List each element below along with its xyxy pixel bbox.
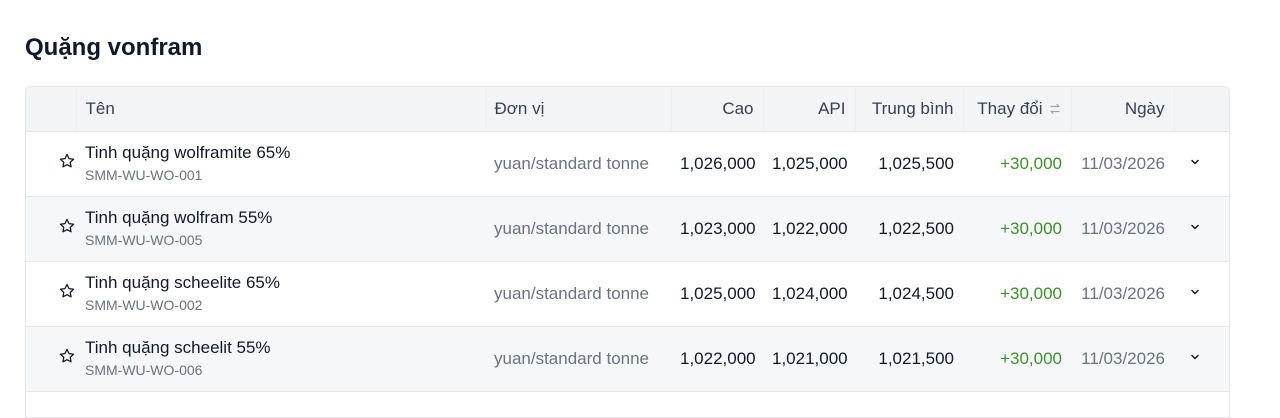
star-icon[interactable] [58,152,76,170]
header-change-label: Thay đổi [977,98,1043,118]
star-icon[interactable] [58,347,76,365]
header-favorite [26,87,76,132]
api-cell: 1,025,000 [772,153,848,173]
star-icon[interactable] [58,217,76,235]
unit-cell: yuan/standard tonne [494,153,650,173]
header-name[interactable]: Tên [75,87,485,132]
average-cell: 1,024,500 [878,283,954,303]
expand-cell [1174,261,1229,326]
product-name[interactable]: Tinh quặng wolframite 65% [85,142,476,164]
product-code: SMM-WU-WO-005 [85,232,203,248]
favorite-cell [26,261,76,326]
unit-cell: yuan/standard tonne [494,218,650,238]
table-row[interactable]: Tinh quặng scheelite 65% SMM-WU-WO-002 y… [26,261,1229,326]
date-cell: 11/03/2026 [1081,283,1165,303]
unit-cell: yuan/standard tonne [494,283,650,303]
change-cell: +30,000 [1000,218,1062,238]
header-api[interactable]: API [762,87,855,132]
chevron-down-icon[interactable] [1188,285,1202,299]
average-cell: 1,025,500 [878,153,954,173]
chevron-down-icon[interactable] [1188,220,1202,234]
header-expand [1173,87,1229,132]
expand-cell [1174,196,1229,261]
average-cell: 1,021,500 [878,348,954,368]
change-cell: +30,000 [1000,348,1062,368]
header-high[interactable]: Cao [670,87,763,132]
page-title: Quặng vonfram [25,34,203,61]
header-unit[interactable]: Đơn vị [484,87,671,132]
high-cell: 1,026,000 [680,153,756,173]
product-cell: Tinh quặng wolframite 65% SMM-WU-WO-001 [76,131,485,196]
table-header-row: Tên Đơn vị Cao API Trung bình Thay đổi N… [26,87,1229,132]
product-name[interactable]: Tinh quặng scheelit 55% [85,337,476,359]
unit-cell: yuan/standard tonne [494,348,650,368]
product-cell: Tinh quặng wolfram 55% SMM-WU-WO-005 [76,196,485,261]
api-cell: 1,024,000 [772,283,848,303]
high-cell: 1,022,000 [680,348,756,368]
change-cell: +30,000 [1000,283,1062,303]
high-cell: 1,023,000 [680,218,756,238]
product-code: SMM-WU-WO-001 [85,167,203,183]
product-code: SMM-WU-WO-006 [85,362,203,378]
sort-icon[interactable] [1048,102,1062,116]
star-icon[interactable] [58,282,76,300]
product-cell: Tinh quặng scheelit 55% SMM-WU-WO-006 [76,326,485,391]
product-code: SMM-WU-WO-002 [85,297,203,313]
chevron-down-icon[interactable] [1188,155,1202,169]
product-name[interactable]: Tinh quặng wolfram 55% [85,207,476,229]
date-cell: 11/03/2026 [1081,348,1165,368]
api-cell: 1,022,000 [772,218,848,238]
product-cell: Tinh quặng scheelite 65% SMM-WU-WO-002 [76,261,485,326]
price-table-container: Tên Đơn vị Cao API Trung bình Thay đổi N… [25,86,1230,418]
product-name[interactable]: Tinh quặng scheelite 65% [85,272,476,294]
table-row[interactable]: Tinh quặng wolfram 55% SMM-WU-WO-005 yua… [26,196,1229,261]
chevron-down-icon[interactable] [1188,350,1202,364]
favorite-cell [26,326,76,391]
expand-cell [1174,326,1229,391]
favorite-cell [26,196,76,261]
api-cell: 1,021,000 [772,348,848,368]
table-row[interactable]: Tinh quặng wolframite 65% SMM-WU-WO-001 … [26,131,1229,196]
favorite-cell [26,131,76,196]
date-cell: 11/03/2026 [1081,218,1165,238]
price-table: Tên Đơn vị Cao API Trung bình Thay đổi N… [26,87,1229,392]
header-date[interactable]: Ngày [1070,87,1174,132]
average-cell: 1,022,500 [878,218,954,238]
header-change[interactable]: Thay đổi [962,87,1071,132]
date-cell: 11/03/2026 [1081,153,1165,173]
change-cell: +30,000 [1000,153,1062,173]
high-cell: 1,025,000 [680,283,756,303]
table-row[interactable]: Tinh quặng scheelit 55% SMM-WU-WO-006 yu… [26,326,1229,391]
expand-cell [1174,131,1229,196]
header-average[interactable]: Trung bình [854,87,963,132]
